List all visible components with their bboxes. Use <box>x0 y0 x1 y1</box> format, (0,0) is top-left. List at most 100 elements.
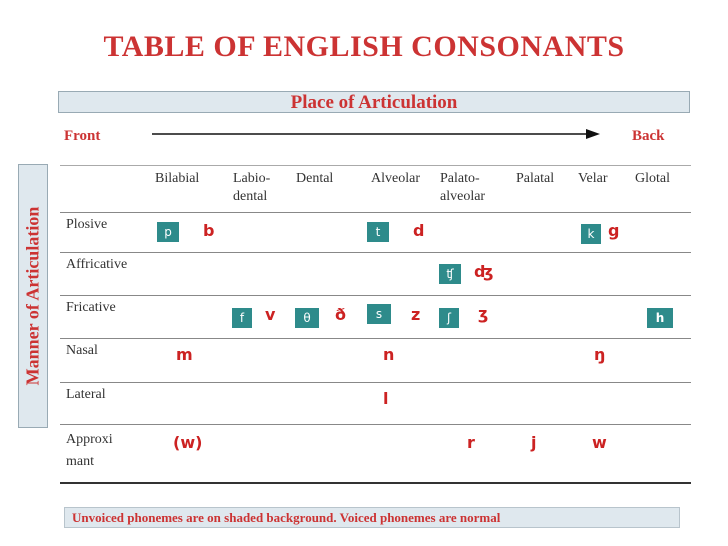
cell-fricative-glotal: h <box>629 295 691 339</box>
cell-fricative-labiodental: f v <box>227 295 290 339</box>
cell-nasal-palatoalveolar <box>434 338 510 383</box>
cell-plosive-dental <box>290 212 365 253</box>
table-row: Affricative ʧ ʤ <box>60 252 691 296</box>
cell-fricative-palatoalveolar: ʃ ʒ <box>434 295 510 339</box>
cell-lateral-palatoalveolar <box>434 382 510 425</box>
row-label-lateral: Lateral <box>60 382 149 425</box>
manner-of-articulation-label: Manner of Articulation <box>22 206 43 386</box>
table-row: Fricative f v θ ð s z ʃ ʒ h <box>60 295 691 339</box>
header-labio-line2: dental <box>233 189 268 204</box>
cell-lateral-dental <box>290 382 365 425</box>
cell-approximant-alveolar <box>365 424 434 484</box>
table-row: Approxi mant (w) r j w <box>60 424 691 484</box>
phoneme-unvoiced: ʃ <box>439 308 459 328</box>
cell-nasal-alveolar: n <box>365 338 434 383</box>
cell-plosive-labiodental <box>227 212 290 253</box>
row-label-affricative: Affricative <box>60 252 149 296</box>
phoneme-voiced: v <box>265 305 276 324</box>
header-dental: Dental <box>290 165 365 213</box>
cell-fricative-dental: θ ð <box>290 295 365 339</box>
row-label-fricative: Fricative <box>60 295 149 339</box>
cell-nasal-velar: ŋ <box>572 338 629 383</box>
phoneme-voiced: w <box>592 433 607 452</box>
place-of-articulation-banner: Place of Articulation <box>58 91 690 113</box>
consonant-table: Bilabial Labio-dental Dental Alveolar Pa… <box>60 165 691 484</box>
phoneme-unvoiced: s <box>367 304 391 324</box>
cell-affricative-palatoalveolar: ʧ ʤ <box>434 252 510 296</box>
cell-plosive-glotal <box>629 212 691 253</box>
header-labio-dental: Labio-dental <box>227 165 290 213</box>
header-alveolar: Alveolar <box>365 165 434 213</box>
cell-plosive-velar: k g <box>572 212 629 253</box>
cell-affricative-velar <box>572 252 629 296</box>
table-row: Plosive p b t d k g <box>60 212 691 253</box>
cell-lateral-palatal <box>510 382 572 425</box>
cell-affricative-bilabial <box>149 252 227 296</box>
table-row: Nasal m n ŋ <box>60 338 691 383</box>
header-glotal: Glotal <box>629 165 691 213</box>
front-label: Front <box>64 128 101 144</box>
phoneme-unvoiced: θ <box>295 308 319 328</box>
phoneme-voiced: d <box>413 221 425 240</box>
phoneme-unvoiced: ʧ <box>439 264 461 284</box>
cell-lateral-velar <box>572 382 629 425</box>
cell-plosive-palatoalveolar <box>434 212 510 253</box>
cell-fricative-velar <box>572 295 629 339</box>
cell-nasal-palatal <box>510 338 572 383</box>
cell-lateral-alveolar: l <box>365 382 434 425</box>
cell-lateral-bilabial <box>149 382 227 425</box>
header-labio-line1: Labio- <box>233 171 271 186</box>
phoneme-voiced: ŋ <box>594 345 606 364</box>
phoneme-voiced: ʤ <box>474 262 494 281</box>
phoneme-voiced: z <box>411 305 421 324</box>
cell-nasal-dental <box>290 338 365 383</box>
cell-approximant-bilabial: (w) <box>149 424 227 484</box>
cell-affricative-alveolar <box>365 252 434 296</box>
front-back-arrow-icon <box>152 129 600 139</box>
cell-approximant-palatoalveolar: r <box>434 424 510 484</box>
phoneme-unvoiced: t <box>367 222 389 242</box>
header-corner-cell <box>60 165 149 213</box>
row-label-approx-line1: Approxi <box>66 432 113 447</box>
header-velar: Velar <box>572 165 629 213</box>
phoneme-voiced: m <box>176 345 193 364</box>
phoneme-unvoiced: f <box>232 308 252 328</box>
cell-affricative-dental <box>290 252 365 296</box>
cell-nasal-bilabial: m <box>149 338 227 383</box>
cell-approximant-palatal: j <box>510 424 572 484</box>
cell-approximant-dental <box>290 424 365 484</box>
row-label-approximant: Approxi mant <box>60 424 149 484</box>
header-palato-alveolar: Palato-alveolar <box>434 165 510 213</box>
phoneme-voiced: n <box>383 345 395 364</box>
cell-lateral-labiodental <box>227 382 290 425</box>
row-label-approx-line2: mant <box>66 454 94 469</box>
page-title: TABLE OF ENGLISH CONSONANTS <box>103 30 625 63</box>
legend-note: Unvoiced phonemes are on shaded backgrou… <box>72 510 501 525</box>
cell-fricative-palatal <box>510 295 572 339</box>
cell-lateral-glotal <box>629 382 691 425</box>
table-row: Lateral l <box>60 382 691 425</box>
phoneme-voiced: (w) <box>173 433 203 452</box>
legend-note-banner: Unvoiced phonemes are on shaded backgrou… <box>64 507 680 528</box>
header-palato-line1: Palato- <box>440 171 480 186</box>
manner-of-articulation-banner: Manner of Articulation <box>18 164 48 428</box>
header-row: Bilabial Labio-dental Dental Alveolar Pa… <box>60 165 691 213</box>
header-bilabial: Bilabial <box>149 165 227 213</box>
cell-affricative-palatal <box>510 252 572 296</box>
phoneme-voiced: b <box>203 221 215 240</box>
header-palato-line2: alveolar <box>440 189 486 204</box>
cell-approximant-glotal <box>629 424 691 484</box>
cell-affricative-glotal <box>629 252 691 296</box>
header-palatal: Palatal <box>510 165 572 213</box>
cell-approximant-velar: w <box>572 424 629 484</box>
back-label: Back <box>632 128 665 144</box>
cell-plosive-bilabial: p b <box>149 212 227 253</box>
phoneme-voiced: g <box>608 221 620 240</box>
phoneme-voiced: r <box>467 433 475 452</box>
cell-affricative-labiodental <box>227 252 290 296</box>
cell-fricative-bilabial <box>149 295 227 339</box>
row-label-nasal: Nasal <box>60 338 149 383</box>
cell-nasal-labiodental <box>227 338 290 383</box>
cell-nasal-glotal <box>629 338 691 383</box>
cell-plosive-alveolar: t d <box>365 212 434 253</box>
